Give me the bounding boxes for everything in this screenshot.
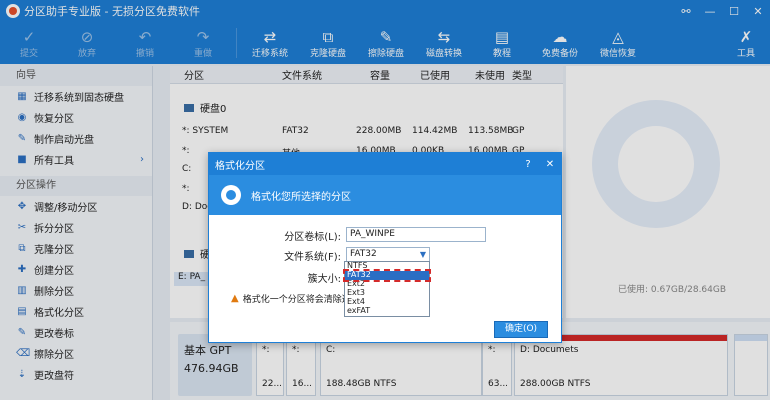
- ok-button[interactable]: 确定(O): [494, 321, 548, 338]
- dialog-title-buttons: ? ✕: [517, 159, 561, 170]
- option-exfat[interactable]: exFAT: [345, 307, 429, 316]
- dialog-heading-band: 格式化您所选择的分区: [209, 175, 561, 215]
- dialog-title-bar: 格式化分区 ? ✕: [209, 153, 561, 175]
- filesystem-value: FAT32: [350, 249, 377, 259]
- dialog-title: 格式化分区: [215, 160, 265, 172]
- warning-icon: ▲: [231, 293, 239, 304]
- dialog-close-button[interactable]: ✕: [539, 159, 561, 170]
- dialog-heading: 格式化您所选择的分区: [251, 191, 351, 203]
- filesystem-dropdown-list: NTFS FAT32 Ext2 Ext3 Ext4 exFAT: [343, 261, 431, 317]
- cluster-size-label: 簇大小:: [307, 274, 341, 285]
- filesystem-select[interactable]: FAT32 ▼: [346, 247, 430, 262]
- help-button[interactable]: ?: [517, 159, 539, 170]
- format-icon: [221, 185, 241, 205]
- volume-label-label: 分区卷标(L):: [284, 232, 341, 243]
- filesystem-label: 文件系统(F):: [284, 252, 341, 263]
- volume-label-input[interactable]: PA_WINPE: [346, 227, 486, 242]
- warning-text: 格式化一个分区将会清除这: [242, 295, 351, 305]
- chevron-down-icon: ▼: [419, 250, 426, 259]
- warning-message: ▲ 格式化一个分区将会清除这: [231, 292, 351, 305]
